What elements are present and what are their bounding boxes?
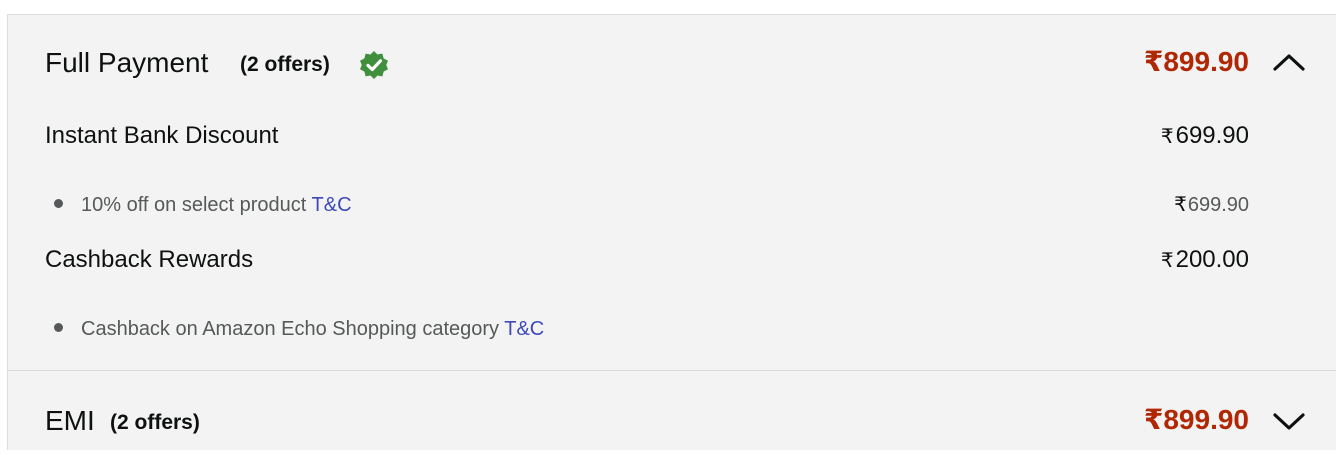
bullet-dot xyxy=(54,323,63,333)
list-item: 10% off on select product T&C xyxy=(54,192,352,218)
instant-bank-discount-value: 699.90 xyxy=(1175,122,1249,149)
section-divider xyxy=(8,370,1336,371)
cashback-rewards-title: Cashback Rewards xyxy=(45,246,254,273)
full-payment-header[interactable]: Full Payment (2 offers) ₹899.90 xyxy=(8,37,1336,97)
full-payment-price: ₹899.90 xyxy=(1143,46,1249,77)
list-item: Cashback on Amazon Echo Shopping categor… xyxy=(54,316,544,342)
chevron-down-icon[interactable] xyxy=(1270,405,1308,435)
payment-offers-panel: Full Payment (2 offers) ₹899.90 Instant … xyxy=(7,14,1336,450)
bank-discount-detail-value: 699.90 xyxy=(1187,194,1249,216)
rupee-symbol: ₹ xyxy=(1160,126,1174,148)
full-payment-title: Full Payment xyxy=(45,47,209,78)
emi-header[interactable]: EMI (2 offers) ₹899.90 xyxy=(8,395,1336,455)
rupee-symbol: ₹ xyxy=(1174,194,1187,216)
emi-offers-count: (2 offers) xyxy=(110,411,200,434)
chevron-up-icon[interactable] xyxy=(1270,47,1308,77)
emi-title: EMI xyxy=(45,405,95,436)
cashback-rewards-amount: ₹200.00 xyxy=(1161,245,1249,276)
bank-discount-detail-amount: ₹699.90 xyxy=(1174,192,1249,218)
rupee-symbol: ₹ xyxy=(1160,250,1174,272)
cashback-detail: Cashback on Amazon Echo Shopping categor… xyxy=(81,318,500,340)
emi-price: ₹899.90 xyxy=(1143,404,1249,435)
full-payment-offers-count: (2 offers) xyxy=(240,53,330,76)
cashback-tc-link[interactable]: T&C xyxy=(504,318,544,340)
instant-bank-discount-title: Instant Bank Discount xyxy=(45,122,279,149)
bullet-dot xyxy=(54,199,63,209)
instant-bank-discount-amount: ₹699.90 xyxy=(1161,121,1249,152)
bank-discount-detail: 10% off on select product xyxy=(81,194,307,216)
bank-discount-tc-link[interactable]: T&C xyxy=(312,194,352,216)
verified-badge-icon xyxy=(360,51,388,79)
cashback-rewards-value: 200.00 xyxy=(1175,246,1249,273)
